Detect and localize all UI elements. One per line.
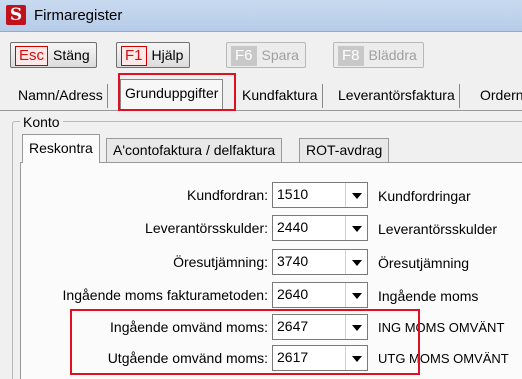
toolbar: Esc Stäng F1 Hjälp F6 Spara F8 Bläddra: [0, 33, 522, 75]
close-button[interactable]: Esc Stäng: [10, 42, 97, 68]
leverantorsskulder-value: 2440: [277, 219, 309, 235]
f6-key-badge: F6: [231, 46, 257, 66]
tab-namn-adress[interactable]: Namn/Adress: [14, 84, 108, 108]
browse-button[interactable]: F8 Bläddra: [333, 42, 424, 68]
ingaende-moms-description: Ingående moms: [378, 288, 479, 304]
konto-group-label: Konto: [20, 114, 63, 130]
app-logo-icon: S: [6, 5, 26, 25]
f8-key-badge: F8: [338, 46, 364, 66]
f1-key-badge: F1: [121, 46, 147, 66]
oresutjamning-description: Öresutjämning: [378, 255, 470, 271]
ingaende-omvand-moms-select[interactable]: 2647: [272, 314, 368, 340]
ingaende-moms-value: 2640: [277, 286, 309, 302]
leverantorsskulder-select[interactable]: 2440: [272, 215, 368, 241]
tab-kundfaktura[interactable]: Kundfaktura: [238, 84, 323, 108]
help-button-label: Hjälp: [151, 47, 184, 63]
chevron-down-icon[interactable]: [345, 250, 367, 274]
tab-acontofaktura[interactable]: A'contofaktura / delfaktura: [106, 138, 283, 162]
chevron-down-icon[interactable]: [345, 283, 367, 307]
ingaende-omvand-moms-label: Ingående omvänd moms:: [110, 319, 268, 335]
chevron-down-icon[interactable]: [345, 315, 367, 339]
main-tabs: Namn/Adress Grunduppgifter Kundfaktura L…: [0, 75, 522, 111]
ingaende-omvand-moms-value: 2647: [277, 318, 309, 334]
utgaende-omvand-moms-label: Utgående omvänd moms:: [107, 350, 268, 366]
ingaende-omvand-moms-description: ING MOMS OMVÄNT: [378, 320, 505, 335]
utgaende-omvand-moms-select[interactable]: 2617: [272, 345, 368, 371]
utgaende-omvand-moms-value: 2617: [277, 349, 309, 365]
oresutjamning-label: Öresutjämning:: [173, 254, 268, 270]
chevron-down-icon[interactable]: [345, 346, 367, 370]
save-button[interactable]: F6 Spara: [226, 42, 306, 68]
ingaende-moms-label: Ingående moms fakturametoden:: [62, 287, 268, 303]
tab-grunduppgifter[interactable]: Grunduppgifter: [120, 79, 224, 109]
oresutjamning-select[interactable]: 3740: [272, 249, 368, 275]
window-title: Firmaregister: [34, 7, 123, 24]
tab-leverantorsfaktura[interactable]: Leverantörsfaktura: [334, 84, 460, 108]
kundfordran-description: Kundfordringar: [378, 188, 471, 204]
kundfordran-value: 1510: [277, 186, 309, 202]
leverantorsskulder-label: Leverantörsskulder:: [145, 220, 268, 236]
close-button-label: Stäng: [53, 47, 90, 63]
tab-reskontra[interactable]: Reskontra: [22, 134, 100, 163]
kundfordran-label: Kundfordran:: [187, 187, 268, 203]
help-button[interactable]: F1 Hjälp: [116, 42, 191, 68]
leverantorsskulder-description: Leverantörsskulder: [378, 221, 498, 237]
browse-button-label: Bläddra: [368, 47, 417, 63]
chevron-down-icon[interactable]: [345, 216, 367, 240]
title-bar: S Firmaregister: [0, 0, 522, 32]
tab-divider: [0, 110, 522, 111]
save-button-label: Spara: [261, 47, 299, 63]
ingaende-moms-select[interactable]: 2640: [272, 282, 368, 308]
oresutjamning-value: 3740: [277, 253, 309, 269]
utgaende-omvand-moms-description: UTG MOMS OMVÄNT: [378, 351, 509, 366]
esc-key-badge: Esc: [15, 46, 49, 66]
tab-ordern[interactable]: Ordern: [476, 84, 522, 108]
tab-rot-avdrag[interactable]: ROT-avdrag: [299, 138, 390, 162]
kundfordran-select[interactable]: 1510: [272, 182, 368, 208]
chevron-down-icon[interactable]: [345, 183, 367, 207]
